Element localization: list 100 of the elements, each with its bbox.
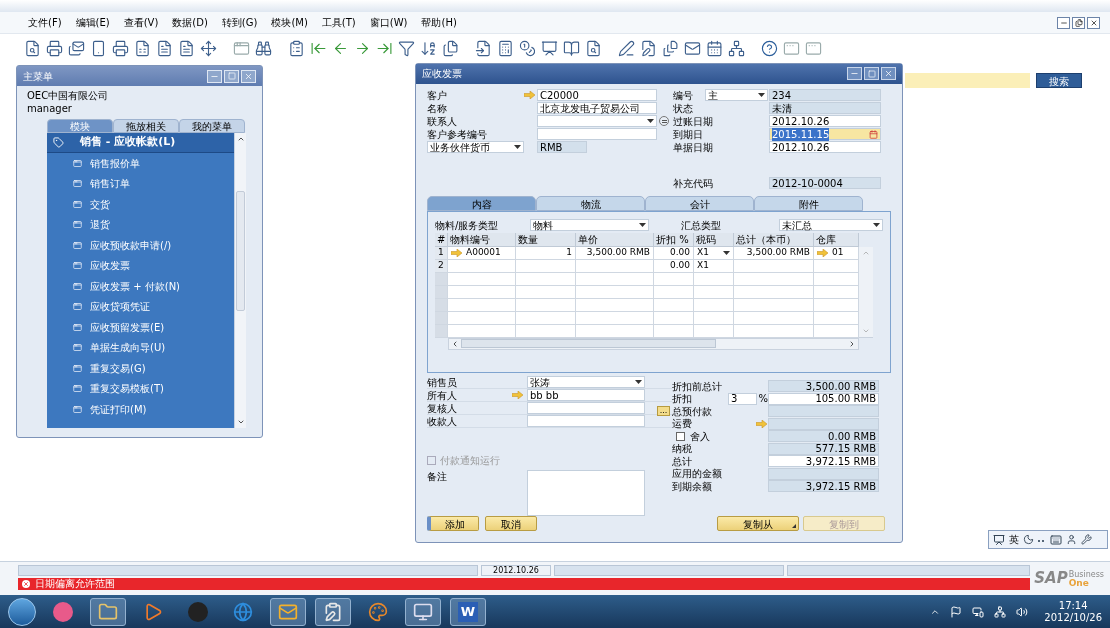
button[interactable]: 添加 [427,516,479,531]
calculator-icon[interactable] [497,39,514,57]
dropdown-field[interactable]: 未汇总 [778,219,883,232]
menu-item[interactable]: 工具(T) [321,15,356,30]
moon-icon[interactable] [1023,534,1034,545]
play-icon[interactable] [143,601,163,622]
document-search-icon[interactable] [585,39,602,57]
mail-exchange-icon[interactable] [68,39,85,57]
network-icon[interactable] [994,605,1007,618]
menu-item[interactable]: 凭证打印(M) [47,399,234,420]
folder-icon[interactable] [98,601,118,622]
menu-item[interactable]: 交货 [47,194,234,215]
menu-section-header[interactable]: 销售 - 应收帐款(L) [47,133,234,153]
menu-item[interactable]: 重复交易(G) [47,358,234,379]
column-header[interactable]: 数量 [516,232,576,247]
input-field[interactable]: 北京龙发电子贸易公司 [537,102,657,115]
input-field[interactable] [537,128,657,141]
menu-item[interactable]: 数据(D) [172,15,208,30]
clock[interactable]: 17:14 2012/10/26 [1044,599,1102,624]
move-arrows-icon[interactable] [200,39,217,57]
dropdown-field[interactable]: 业务伙伴货币 [427,141,524,154]
menu-item[interactable]: 销售订单 [47,173,234,194]
dropdown-field[interactable]: 物料 [530,219,649,232]
calendar-icon[interactable] [706,39,723,57]
menu-item[interactable]: 应收发票 + 付款(N) [47,276,234,297]
document-icon[interactable] [156,39,173,57]
scroll-right-icon[interactable] [848,339,856,348]
minimize-button[interactable] [1057,16,1070,29]
input-field[interactable]: 2015.11.15 [769,128,881,141]
filter-icon[interactable] [398,39,415,57]
column-header[interactable]: 总计（本币） [734,232,814,247]
wrench-icon[interactable] [1081,534,1092,545]
menu-item[interactable]: 退货 [47,214,234,235]
menu-item[interactable]: 应收发票 [47,255,234,276]
input-field[interactable]: bb bb [527,389,645,401]
document-arrow-icon[interactable] [475,39,492,57]
menu-item[interactable]: 重复交易模板(T) [47,378,234,399]
phone-icon[interactable] [90,39,107,57]
menu-item[interactable]: 销售报价单 [47,153,234,174]
help-icon[interactable] [761,39,778,57]
word-icon[interactable]: W [458,601,478,622]
search-button[interactable]: 搜索 [1036,73,1082,88]
calendar-icon[interactable] [869,129,878,139]
menu-item[interactable]: 转到(G) [221,15,258,30]
tab[interactable]: 附件 [754,195,863,211]
menu-item[interactable]: 应收预留发票(E) [47,317,234,338]
flag-icon[interactable] [950,605,963,618]
remarks-field[interactable] [527,470,645,516]
input-field[interactable]: 3 [728,392,757,405]
column-header[interactable]: 税码 [694,232,734,247]
device-icon[interactable] [972,605,985,618]
menu-item[interactable]: 编辑(E) [75,15,110,30]
input-field[interactable]: C20000 [537,89,657,102]
pen-icon[interactable] [618,39,635,57]
coins-icon[interactable] [519,39,536,57]
menu-item[interactable]: 应收贷项凭证 [47,296,234,317]
button[interactable]: 复制从 [717,516,799,531]
detail-button[interactable] [659,116,669,127]
tab[interactable]: 内容 [427,195,536,211]
menu-item[interactable]: 文件(F) [28,15,62,30]
column-header[interactable]: 折扣 % [654,232,694,247]
keyboard-icon[interactable] [1050,533,1062,546]
sort-icon[interactable] [420,39,437,57]
maximize-button[interactable] [224,69,239,83]
book-icon[interactable] [563,39,580,57]
document-pen-icon[interactable] [640,39,657,57]
menu-item[interactable]: 窗口(W) [369,15,408,30]
browser-icon[interactable] [233,601,253,622]
menu-tab[interactable]: 我的菜单 [179,119,245,133]
scroll-up-icon[interactable] [236,135,245,143]
tab[interactable]: 物流 [536,195,645,211]
input-field[interactable]: 2012.10.26 [769,141,881,154]
clipboard-pen-icon[interactable] [323,601,343,622]
input-field[interactable]: 105.00 RMB [768,392,879,405]
binoculars-icon[interactable] [255,39,272,57]
menu-item[interactable]: 查看(V) [123,15,159,30]
column-header[interactable]: 仓库 [814,232,859,247]
scroll-down-icon[interactable] [236,418,245,426]
vertical-scrollbar[interactable] [234,133,246,428]
detail-button[interactable]: ... [657,406,670,417]
dropdown-field[interactable] [537,115,657,128]
document-stack-icon[interactable] [662,39,679,57]
menu-item[interactable]: 模块(M) [271,15,308,30]
tab[interactable]: 会计 [645,195,754,211]
palette-icon[interactable] [368,601,388,622]
clipboard-list-icon[interactable] [288,39,305,57]
printer-icon[interactable] [46,39,63,57]
input-field[interactable]: 3,972.15 RMB [768,455,879,468]
printer-icon[interactable] [112,39,129,57]
dropdown-field[interactable]: 主 [705,89,768,102]
menu-tab[interactable]: 拖放相关 [113,119,179,133]
scroll-left-icon[interactable] [451,339,459,348]
column-header[interactable]: 物料编号 [448,232,516,247]
spreadsheet-icon[interactable] [134,39,151,57]
close-button[interactable] [1087,16,1100,29]
user-icon[interactable] [1066,534,1077,545]
language-label[interactable]: 英 [1009,532,1019,547]
button[interactable]: 取消 [485,516,537,531]
column-header[interactable]: 单价 [576,232,654,247]
input-field[interactable]: 2012.10.26 [769,115,881,128]
